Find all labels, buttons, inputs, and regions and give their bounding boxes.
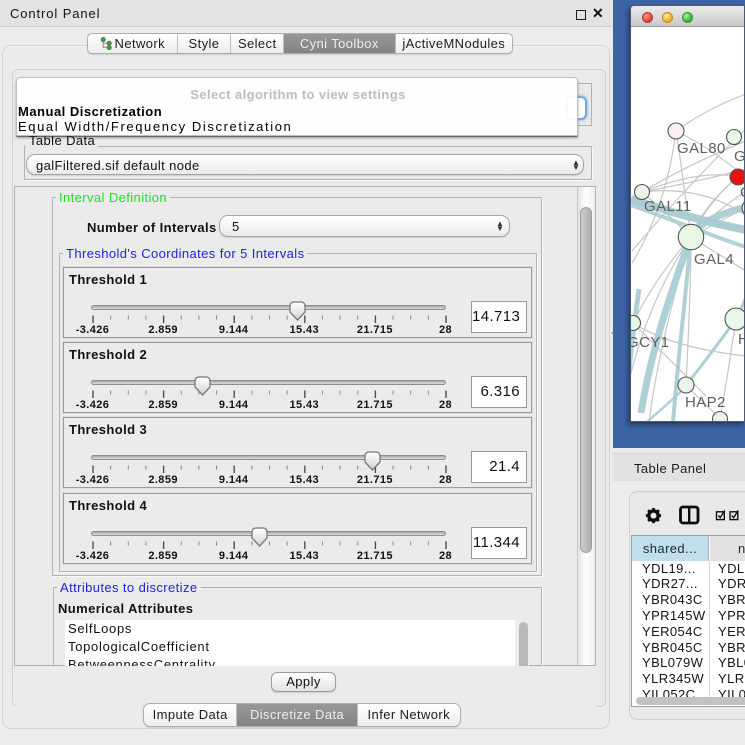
svg-text:GA: GA [734,148,745,165]
svg-text:GAL4: GAL4 [694,251,734,268]
svg-text:HIS: HIS [738,331,745,348]
svg-text:CD: CD [740,184,745,201]
svg-text:GAL11: GAL11 [644,198,692,215]
svg-text:HAP2: HAP2 [685,394,726,411]
svg-text:GCY1: GCY1 [631,334,669,351]
svg-text:GAL80: GAL80 [677,140,726,157]
